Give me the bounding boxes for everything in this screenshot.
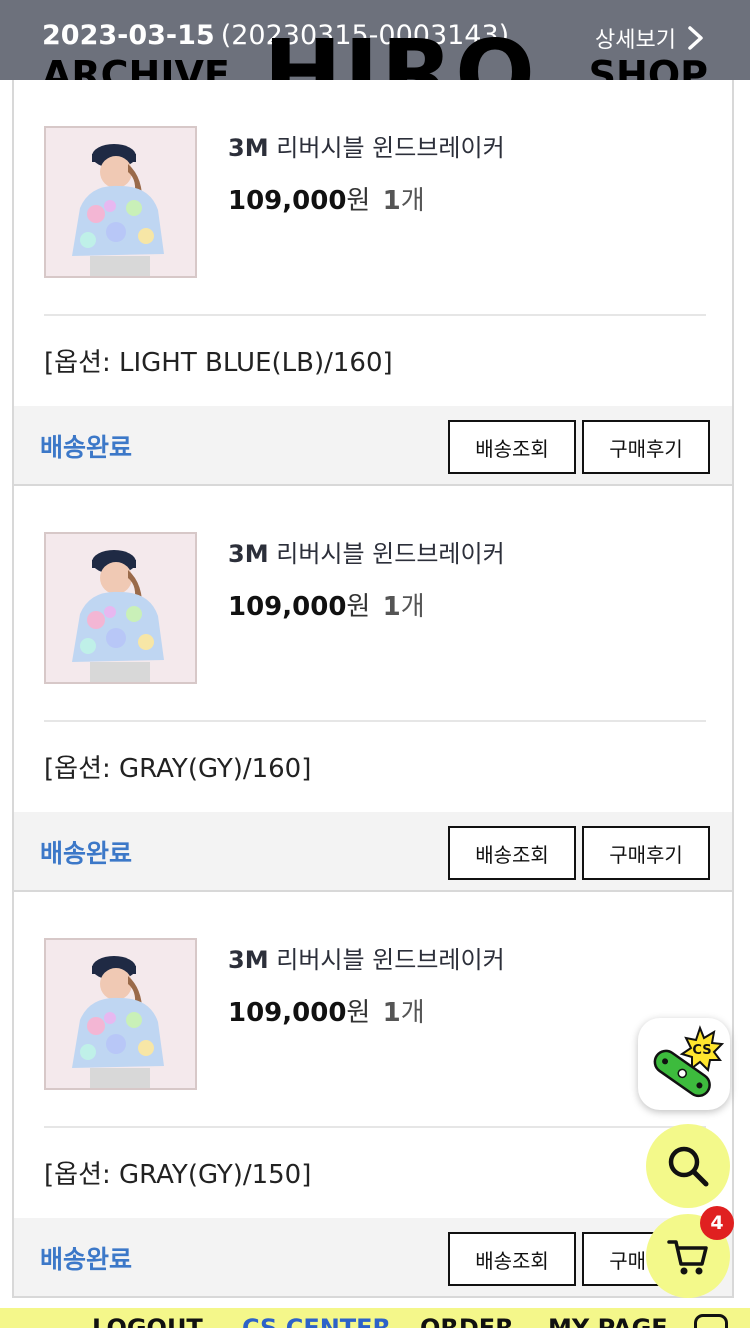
bottom-nav: LOGOUT CS CENTER ORDER MY PAGE [0,1308,750,1328]
order-item-card: 3M 리버시블 윈드브레이커 109,000원 1개 [옵션: GRAY(GY)… [12,486,734,892]
order-detail-link[interactable]: 상세보기 [595,22,706,54]
product-title-brand: 3M [228,946,269,974]
divider [44,314,706,316]
nav-logout[interactable]: LOGOUT [92,1316,203,1328]
chevron-right-icon [688,26,703,50]
price-currency: 원 [346,592,371,622]
product-photo-illustration [46,128,195,276]
price-amount: 109,000 [228,186,347,216]
cart-count-badge: 4 [700,1206,734,1240]
search-icon [668,1146,709,1187]
product-title-name: 리버시블 윈드브레이커 [276,134,505,162]
price-amount: 109,000 [228,592,347,622]
delivery-status: 배송완료 [40,433,133,462]
quantity: 1 [382,998,401,1028]
nav-order[interactable]: ORDER [420,1316,514,1328]
product-title[interactable]: 3M 리버시블 윈드브레이커 [228,940,505,975]
price-amount: 109,000 [228,998,347,1028]
order-item-card: 3M 리버시블 윈드브레이커 109,000원 1개 [옵션: LIGHT BL… [12,80,734,486]
product-option: [옵션: GRAY(GY)/160] [44,754,312,784]
product-thumbnail[interactable] [44,126,197,278]
order-detail-label: 상세보기 [595,28,676,53]
product-photo-illustration [46,940,195,1088]
track-delivery-button[interactable]: 배송조회 [448,826,576,880]
quantity-unit: 개 [400,592,425,622]
delivery-status: 배송완료 [40,839,133,868]
write-review-button[interactable]: 구매후기 [582,420,710,474]
product-title-brand: 3M [228,134,269,162]
track-delivery-button[interactable]: 배송조회 [448,420,576,474]
product-option: [옵션: LIGHT BLUE(LB)/160] [44,348,393,378]
order-item-list: 3M 리버시블 윈드브레이커 109,000원 1개 [옵션: LIGHT BL… [12,80,734,1298]
order-item-footer: 배송완료 배송조회 구매후기 [14,812,732,890]
price-currency: 원 [346,998,371,1028]
quantity: 1 [382,186,401,216]
order-date: 2023-03-15 [42,20,215,51]
cart-icon [667,1240,708,1275]
product-title[interactable]: 3M 리버시블 윈드브레이커 [228,128,505,163]
skateboard-cs-icon: CS [653,1025,724,1098]
nav-mypage[interactable]: MY PAGE [548,1316,668,1328]
divider [44,1126,706,1128]
product-photo-illustration [46,534,195,682]
order-item-card: 3M 리버시블 윈드브레이커 109,000원 1개 [옵션: GRAY(GY)… [12,892,734,1298]
product-option: [옵션: GRAY(GY)/150] [44,1160,312,1190]
product-title-brand: 3M [228,540,269,568]
product-title[interactable]: 3M 리버시블 윈드브레이커 [228,534,505,569]
product-price: 109,000원 1개 [228,992,425,1029]
product-price: 109,000원 1개 [228,180,425,217]
order-item-footer: 배송완료 배송조회 구매후기 [14,406,732,484]
svg-text:CS: CS [692,1043,711,1058]
delivery-status: 배송완료 [40,1245,133,1274]
instagram-icon[interactable] [694,1314,728,1328]
product-title-name: 리버시블 윈드브레이커 [276,540,505,568]
product-title-name: 리버시블 윈드브레이커 [276,946,505,974]
product-price: 109,000원 1개 [228,586,425,623]
quantity-unit: 개 [400,186,425,216]
divider [44,720,706,722]
cs-chat-button[interactable]: CS [638,1018,730,1110]
track-delivery-button[interactable]: 배송조회 [448,1232,576,1286]
order-item-footer: 배송완료 배송조회 구매후기 [14,1218,732,1296]
search-button[interactable] [646,1124,730,1208]
write-review-button[interactable]: 구매후기 [582,826,710,880]
quantity: 1 [382,592,401,622]
nav-cs-center[interactable]: CS CENTER [242,1316,391,1328]
price-currency: 원 [346,186,371,216]
product-thumbnail[interactable] [44,532,197,684]
quantity-unit: 개 [400,998,425,1028]
product-thumbnail[interactable] [44,938,197,1090]
